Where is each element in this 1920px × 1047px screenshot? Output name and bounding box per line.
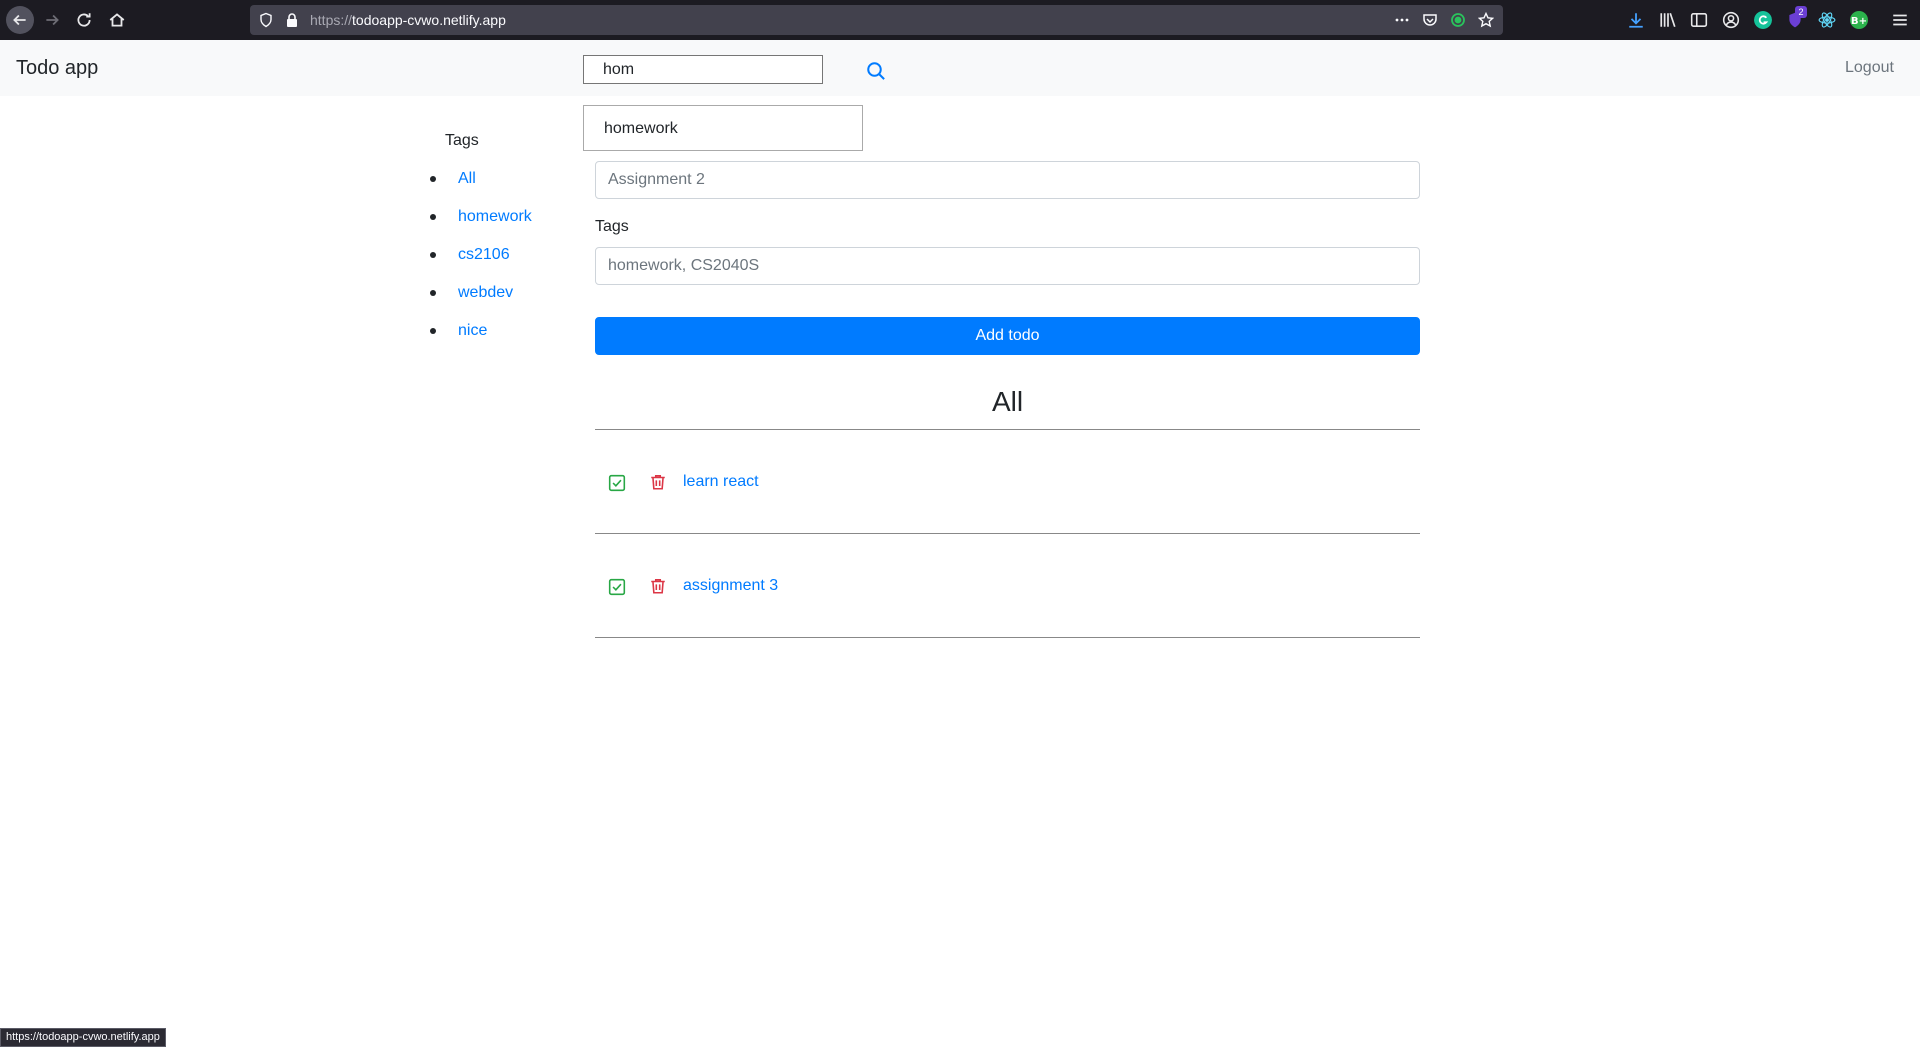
downloads-icon[interactable] (1627, 11, 1645, 29)
todo-item: learn react (595, 430, 1420, 534)
list-heading: All (991, 386, 1024, 417)
library-icon[interactable] (1659, 11, 1677, 29)
bullet-icon (430, 290, 436, 296)
logout-link[interactable]: Logout (1845, 59, 1894, 77)
arrow-right-icon (46, 14, 59, 26)
tags-label: Tags (595, 218, 629, 235)
svg-text:B+: B+ (1851, 16, 1867, 27)
sidebar-icon[interactable] (1690, 11, 1708, 29)
tag-item-webdev: webdev (430, 274, 532, 312)
reload-button[interactable] (70, 6, 98, 34)
todo-item: assignment 3 (595, 534, 1420, 638)
bullet-icon (430, 176, 436, 182)
search-suggestion[interactable]: homework (583, 105, 863, 151)
trash-icon[interactable] (649, 473, 667, 491)
more-actions-icon[interactable] (1394, 12, 1410, 28)
tag-list: All homework cs2106 webdev nice (430, 160, 532, 350)
app-navbar: Todo app Logout (0, 40, 1920, 96)
shield-icon (260, 12, 272, 28)
url-protocol: https:// (310, 12, 353, 28)
trash-icon[interactable] (649, 577, 667, 595)
bookmark-star-icon[interactable] (1478, 12, 1494, 28)
add-todo-button[interactable]: Add todo (595, 317, 1420, 355)
tag-link[interactable]: cs2106 (458, 246, 510, 264)
home-icon (109, 13, 125, 27)
lock-icon (287, 13, 297, 27)
tag-item-nice: nice (430, 312, 532, 350)
search-icon[interactable] (866, 61, 886, 81)
bullet-icon (430, 252, 436, 258)
url-host: todoapp-cvwo.netlify.app (352, 12, 506, 28)
url-text: https://todoapp-cvwo.netlify.app (310, 12, 506, 28)
tag-link[interactable]: nice (458, 322, 487, 340)
grammarly-icon[interactable] (1754, 11, 1772, 29)
hamburger-menu-icon[interactable] (1891, 11, 1909, 29)
search-input[interactable] (583, 55, 823, 84)
extension-bplus-icon[interactable]: B+ (1850, 11, 1868, 29)
react-devtools-icon[interactable] (1818, 11, 1836, 29)
todo-tags-input[interactable] (595, 247, 1420, 285)
tag-item-cs2106: cs2106 (430, 236, 532, 274)
browser-toolbar: https://todoapp-cvwo.netlify.app 2 B+ (0, 0, 1920, 40)
extension-record-icon[interactable] (1450, 12, 1466, 28)
tag-link[interactable]: webdev (458, 284, 513, 302)
check-square-icon[interactable] (608, 474, 626, 492)
url-bar[interactable]: https://todoapp-cvwo.netlify.app (250, 5, 1503, 35)
tag-item-all: All (430, 160, 532, 198)
todo-title-link[interactable]: learn react (683, 473, 759, 491)
todo-title-link[interactable]: assignment 3 (683, 577, 778, 595)
divider (595, 637, 1420, 638)
tag-link[interactable]: homework (458, 208, 532, 226)
app-brand[interactable]: Todo app (16, 57, 98, 80)
status-link-preview: https://todoapp-cvwo.netlify.app (0, 1028, 166, 1047)
pocket-icon[interactable] (1422, 12, 1438, 28)
tag-item-homework: homework (430, 198, 532, 236)
todo-title-input[interactable] (595, 161, 1420, 199)
check-square-icon[interactable] (608, 578, 626, 596)
account-icon[interactable] (1722, 11, 1740, 29)
reload-icon (77, 13, 91, 27)
bullet-icon (430, 214, 436, 220)
forward-button[interactable] (38, 6, 66, 34)
extension-badge: 2 (1795, 6, 1807, 18)
home-button[interactable] (103, 6, 131, 34)
back-button[interactable] (6, 6, 34, 34)
bullet-icon (430, 328, 436, 334)
arrow-left-icon (13, 14, 26, 26)
sidebar-title: Tags (445, 132, 479, 149)
tag-link[interactable]: All (458, 170, 476, 188)
